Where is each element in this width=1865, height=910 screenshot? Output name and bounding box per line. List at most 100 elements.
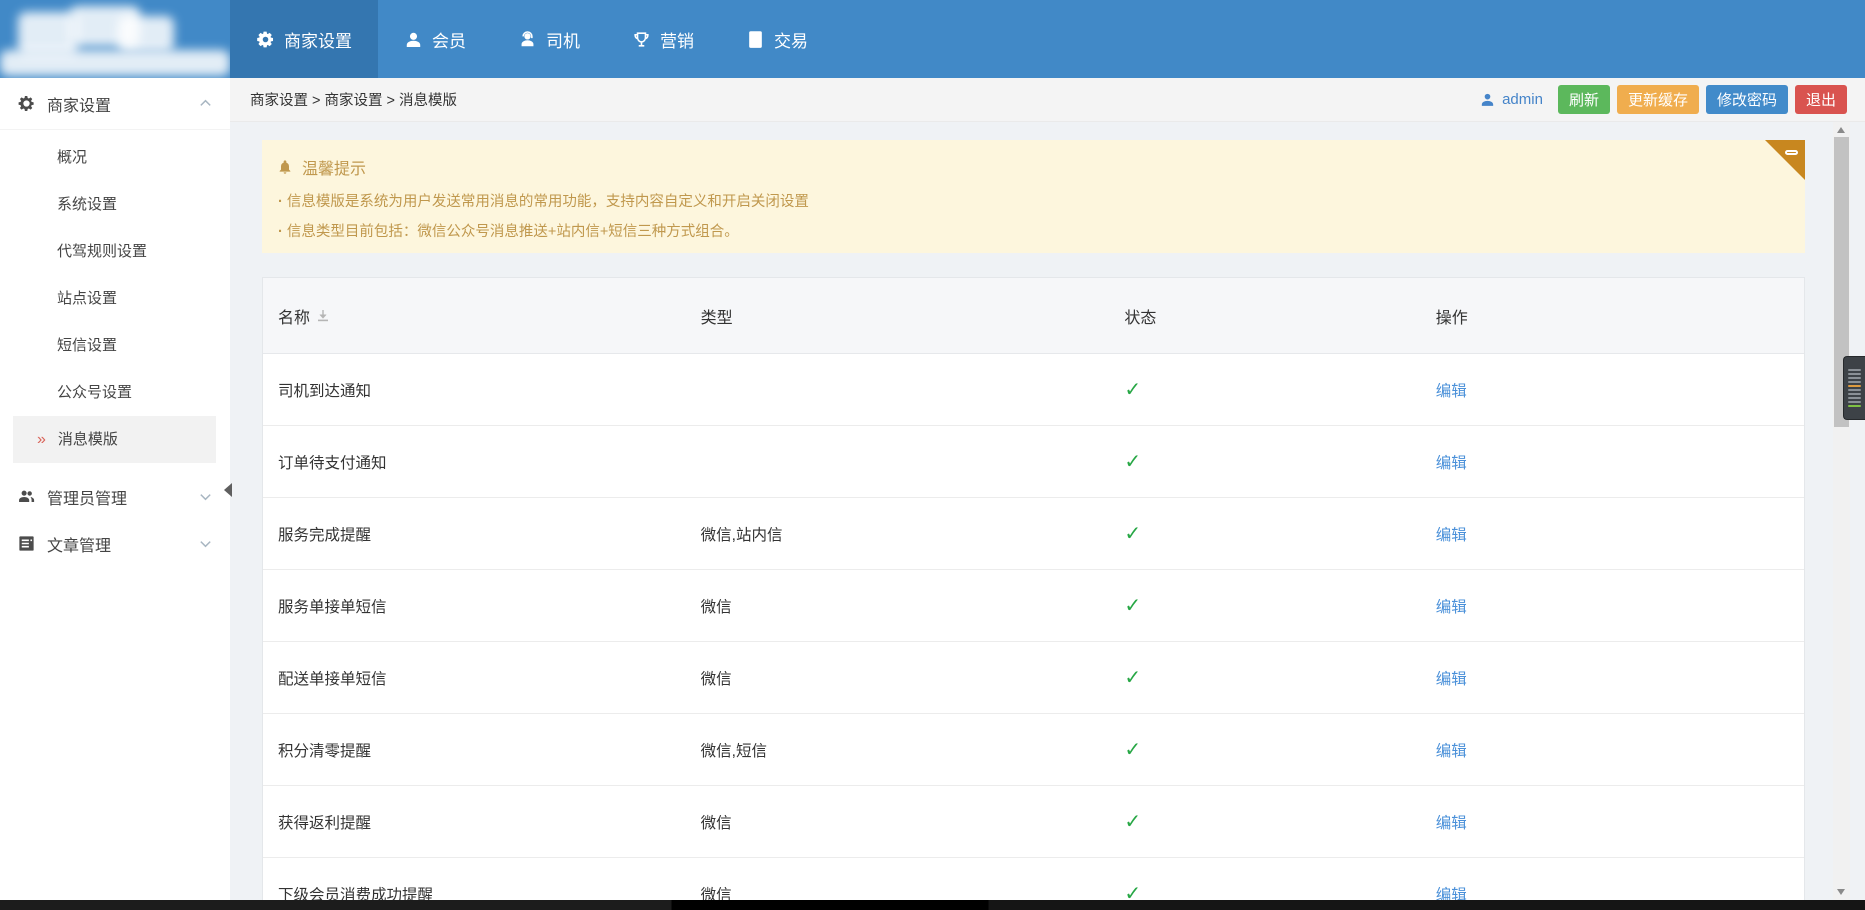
sidebar-item-sms-settings[interactable]: 短信设置 [0,322,230,369]
template-type: 微信 [701,595,1125,617]
template-type: 微信,站内信 [701,523,1125,545]
edit-link[interactable]: 编辑 [1436,743,1467,760]
scroll-up-arrow-icon[interactable] [1837,127,1845,133]
minimap-line [1848,377,1861,379]
breadcrumb: 商家设置 > 商家设置 > 消息模版 [250,89,457,110]
vertical-scrollbar[interactable] [1833,122,1850,900]
column-header-name[interactable]: 名称 [263,304,701,328]
user-icon [1479,91,1496,108]
logo-blur-shape [0,50,230,76]
nav-item-marketing[interactable]: 营销 [606,0,720,78]
enabled-check-icon: ✓ [1124,379,1141,401]
chevron-down-icon [198,489,213,504]
template-type: 微信,短信 [701,739,1125,761]
enabled-check-icon: ✓ [1124,451,1141,473]
logout-button[interactable]: 退出 [1795,85,1847,114]
nav-item-members[interactable]: 会员 [378,0,492,78]
table-row: 订单待支付通知 ✓ 编辑 [263,426,1804,498]
table-row: 服务单接单短信 微信 ✓ 编辑 [263,570,1804,642]
column-label: 名称 [278,304,310,328]
minimap-active-line [1848,405,1861,407]
username: admin [1502,91,1543,108]
top-navbar: 商家设置 会员 司机 营销 交易 [0,0,1865,78]
logo-blur-shape [118,16,174,52]
app-logo[interactable] [0,0,230,78]
sidebar-item-driving-rules[interactable]: 代驾规则设置 [0,228,230,275]
sidebar-section-admin-management[interactable]: 管理员管理 [0,473,230,520]
notice-collapse-corner[interactable] [1765,140,1805,180]
enabled-check-icon: ✓ [1124,523,1141,545]
current-user[interactable]: admin [1479,91,1543,108]
edit-link[interactable]: 编辑 [1436,527,1467,544]
update-cache-button[interactable]: 更新缓存 [1617,85,1699,114]
sidebar-item-official-account[interactable]: 公众号设置 [0,369,230,416]
sort-icon[interactable] [316,309,330,323]
sidebar-item-message-templates[interactable]: » 消息模版 [13,416,216,463]
enabled-check-icon: ✓ [1124,811,1141,833]
enabled-check-icon: ✓ [1124,739,1141,761]
sidebar-item-system-settings[interactable]: 系统设置 [0,181,230,228]
table-header: 名称 类型 状态 操作 [263,278,1804,354]
sidebar-item-label: 消息模版 [58,431,118,448]
nav-item-label: 司机 [546,27,580,52]
sidebar-section-label: 商家设置 [47,92,111,116]
sidebar-item-overview[interactable]: 概况 [0,134,230,181]
enabled-check-icon: ✓ [1124,667,1141,689]
edit-link[interactable]: 编辑 [1436,383,1467,400]
notice-title-row: 温馨提示 [262,140,1805,179]
scroll-down-arrow-icon[interactable] [1837,889,1845,895]
sidebar: 商家设置 概况 系统设置 代驾规则设置 站点设置 短信设置 公众号设置 » 消息模… [0,78,230,900]
column-header-status: 状态 [1124,304,1435,328]
sidebar-section-article-management[interactable]: 文章管理 [0,520,230,567]
table-row: 服务完成提醒 微信,站内信 ✓ 编辑 [263,498,1804,570]
status-cell: ✓ [1124,449,1435,474]
status-cell: ✓ [1124,665,1435,690]
nav-item-label: 会员 [432,27,466,52]
table-row: 积分清零提醒 微信,短信 ✓ 编辑 [263,714,1804,786]
bell-icon [277,159,293,175]
member-icon [404,30,423,49]
sidebar-section-merchant-settings[interactable]: 商家设置 [0,78,230,130]
templates-table: 名称 类型 状态 操作 司机到达通知 ✓ 编辑 订单待支付通知 ✓ 编辑 服务完… [262,277,1805,910]
template-name: 积分清零提醒 [263,739,701,761]
template-name: 订单待支付通知 [263,451,701,473]
trade-icon [746,30,765,49]
nav-item-drivers[interactable]: 司机 [492,0,606,78]
table-row: 获得返利提醒 微信 ✓ 编辑 [263,786,1804,858]
column-header-type: 类型 [701,304,1125,328]
notice-lines: 信息模版是系统为用户发送常用消息的常用功能，支持内容自定义和开启关闭设置 信息类… [262,179,1805,247]
sidebar-collapse-handle[interactable] [224,483,232,497]
status-cell: ✓ [1124,593,1435,618]
edit-link[interactable]: 编辑 [1436,815,1467,832]
taskbar-edge [0,900,1865,910]
edit-link[interactable]: 编辑 [1436,671,1467,688]
chevron-down-icon [198,536,213,551]
table-row: 司机到达通知 ✓ 编辑 [263,354,1804,426]
minimap-line [1848,373,1861,375]
edit-link[interactable]: 编辑 [1436,455,1467,472]
notice-collapse-icon[interactable] [1785,150,1798,155]
page-minimap-widget[interactable] [1843,356,1865,420]
minimap-line [1848,401,1861,403]
enabled-check-icon: ✓ [1124,595,1141,617]
admins-icon [17,487,36,506]
column-header-actions: 操作 [1436,304,1804,328]
notice-title: 温馨提示 [302,155,366,179]
sidebar-section-label: 管理员管理 [47,485,127,509]
edit-link[interactable]: 编辑 [1436,599,1467,616]
template-type: 微信 [701,811,1125,833]
refresh-button[interactable]: 刷新 [1558,85,1610,114]
nav-item-merchant-settings[interactable]: 商家设置 [230,0,378,78]
minimap-line [1848,393,1861,395]
status-cell: ✓ [1124,377,1435,402]
template-type: 微信 [701,667,1125,689]
status-cell: ✓ [1124,809,1435,834]
minimap-line [1848,397,1861,399]
template-name: 服务单接单短信 [263,595,701,617]
sidebar-item-site-settings[interactable]: 站点设置 [0,275,230,322]
active-item-marker: » [37,431,46,448]
nav-item-transactions[interactable]: 交易 [720,0,834,78]
status-cell: ✓ [1124,737,1435,762]
change-password-button[interactable]: 修改密码 [1706,85,1788,114]
sidebar-submenu: 概况 系统设置 代驾规则设置 站点设置 短信设置 公众号设置 » 消息模版 [0,130,230,473]
